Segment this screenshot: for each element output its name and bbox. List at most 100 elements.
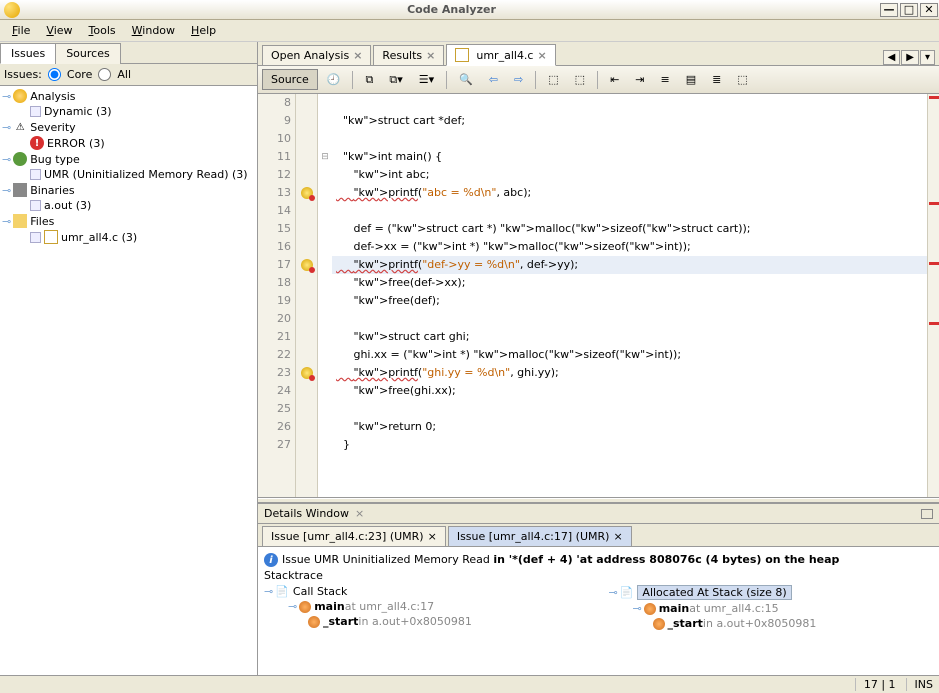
tree-files[interactable]: ⊸Files (2, 213, 255, 229)
details-panel: Details Window × Issue [umr_all4.c:23] (… (258, 503, 939, 675)
search-button[interactable]: 🔍 (452, 69, 480, 90)
tab-results[interactable]: Results× (373, 45, 444, 65)
source-button[interactable]: Source (262, 69, 318, 90)
close-icon[interactable]: × (353, 49, 362, 62)
tool-button[interactable]: ⬚ (541, 69, 565, 90)
stacktrace-label: Stacktrace (264, 569, 933, 582)
tool-button[interactable]: ⬚ (730, 69, 754, 90)
tab-issues[interactable]: Issues (0, 43, 56, 64)
issue-message: i Issue UMR Uninitialized Memory Read in… (264, 551, 933, 569)
close-icon[interactable]: × (537, 49, 546, 62)
tool-button[interactable]: ⇤ (603, 69, 626, 90)
maximize-button[interactable]: □ (900, 3, 918, 17)
frame-icon (308, 616, 320, 628)
tool-button[interactable]: ≣ (705, 69, 728, 90)
tree-bugtype-child[interactable]: UMR (Uninitialized Memory Read) (3) (2, 167, 255, 182)
window-title: Code Analyzer (24, 3, 879, 16)
tree-severity[interactable]: ⊸⚠Severity (2, 119, 255, 135)
gear-icon (13, 89, 27, 103)
nav-dropdown-button[interactable]: ▾ (920, 50, 935, 65)
close-icon[interactable]: × (426, 49, 435, 62)
tool-button[interactable]: ⬚ (568, 69, 592, 90)
tab-open-analysis[interactable]: Open Analysis× (262, 45, 371, 65)
alloc-stack: ⊸📄Allocated At Stack (size 8) ⊸main at u… (609, 584, 934, 631)
frame-icon (653, 618, 665, 630)
menu-view[interactable]: View (38, 22, 80, 39)
tree-binaries[interactable]: ⊸Binaries (2, 182, 255, 198)
filter-all-label: All (117, 68, 131, 81)
tool-button[interactable]: ☰▾ (412, 69, 441, 90)
nav-next-button[interactable]: ▶ (901, 50, 919, 65)
binaries-icon (13, 183, 27, 197)
tool-button[interactable]: ⧉ (358, 69, 380, 91)
tree-severity-child[interactable]: !ERROR (3) (2, 135, 255, 151)
code-editor[interactable]: 89101112131415161718192021222324252627 ⊟… (258, 94, 939, 498)
folder-icon (13, 214, 27, 228)
menu-window[interactable]: Window (124, 22, 183, 39)
tree-analysis-child[interactable]: Dynamic (3) (2, 104, 255, 119)
close-button[interactable]: ✕ (920, 3, 938, 17)
bug-icon (13, 152, 27, 166)
tree-files-child[interactable]: umr_all4.c (3) (2, 229, 255, 245)
tool-button[interactable]: ▤ (679, 69, 703, 90)
severity-icon: ⚠ (13, 120, 27, 134)
code-area[interactable]: "kw">struct cart *def; "kw">int main() {… (332, 94, 927, 497)
tree-analysis[interactable]: ⊸Analysis (2, 88, 255, 104)
menubar: File View Tools Window Help (0, 20, 939, 42)
issues-tree: ⊸Analysis Dynamic (3) ⊸⚠Severity !ERROR … (0, 86, 257, 675)
menu-help[interactable]: Help (183, 22, 224, 39)
tab-sources[interactable]: Sources (55, 43, 121, 64)
editor-toolbar: Source 🕘 ⧉ ⧉▾ ☰▾ 🔍 ⇦ ⇨ ⬚ ⬚ ⇤ ⇥ ≡ ▤ ≣ ⬚ (258, 66, 939, 94)
close-icon[interactable]: × (428, 530, 437, 543)
frame-icon (644, 603, 656, 615)
frame-icon (299, 601, 311, 613)
history-button[interactable]: 🕘 (320, 69, 348, 90)
box-icon (30, 200, 41, 211)
filter-label: Issues: (4, 68, 42, 81)
nav-prev-button[interactable]: ◀ (883, 50, 901, 65)
filter-core-radio[interactable] (48, 68, 61, 81)
minimize-button[interactable]: — (880, 3, 898, 17)
box-icon (30, 106, 41, 117)
document-tabs: Open Analysis× Results× umr_all4.c× ◀ ▶ … (258, 42, 939, 66)
fold-margin: ⊟ (318, 94, 332, 497)
c-file-icon (44, 230, 58, 244)
call-stack: ⊸📄Call Stack ⊸main at umr_all4.c:17 _sta… (264, 584, 589, 631)
insert-mode: INS (906, 678, 933, 691)
stack-frame[interactable]: _start in a.out+0x8050981 (264, 614, 589, 629)
stack-frame[interactable]: ⊸main at umr_all4.c:17 (264, 599, 589, 614)
menu-tools[interactable]: Tools (81, 22, 124, 39)
titlebar: Code Analyzer — □ ✕ (0, 0, 939, 20)
menu-file[interactable]: File (4, 22, 38, 39)
error-icon: ! (30, 136, 44, 150)
tool-button[interactable]: ⧉▾ (382, 69, 409, 91)
info-icon: i (264, 553, 278, 567)
tool-button[interactable]: ⇥ (628, 69, 651, 90)
close-icon[interactable]: × (613, 530, 622, 543)
stack-frame[interactable]: ⊸main at umr_all4.c:15 (609, 601, 934, 616)
issue-tab[interactable]: Issue [umr_all4.c:23] (UMR)× (262, 526, 446, 546)
filter-all-radio[interactable] (98, 68, 111, 81)
tree-binaries-child[interactable]: a.out (3) (2, 198, 255, 213)
details-title: Details Window (264, 507, 349, 520)
issue-tab[interactable]: Issue [umr_all4.c:17] (UMR)× (448, 526, 632, 546)
next-button[interactable]: ⇨ (507, 69, 530, 90)
glyph-margin (296, 94, 318, 497)
app-icon (4, 2, 20, 18)
tree-bugtype[interactable]: ⊸Bug type (2, 151, 255, 167)
box-icon (30, 232, 41, 243)
statusbar: 17 | 1 INS (0, 675, 939, 693)
issues-filter: Issues: Core All (0, 64, 257, 86)
c-file-icon (455, 48, 469, 62)
prev-button[interactable]: ⇦ (482, 69, 505, 90)
line-gutter: 89101112131415161718192021222324252627 (258, 94, 296, 497)
restore-icon[interactable] (921, 509, 933, 519)
left-panel: Issues Sources Issues: Core All ⊸Analysi… (0, 42, 258, 675)
error-strip[interactable] (927, 94, 939, 497)
stack-frame[interactable]: _start in a.out+0x8050981 (609, 616, 934, 631)
tool-button[interactable]: ≡ (654, 69, 677, 90)
tab-source-file[interactable]: umr_all4.c× (446, 44, 555, 66)
filter-core-label: Core (67, 68, 92, 81)
box-icon (30, 169, 41, 180)
close-icon[interactable]: × (355, 507, 364, 520)
